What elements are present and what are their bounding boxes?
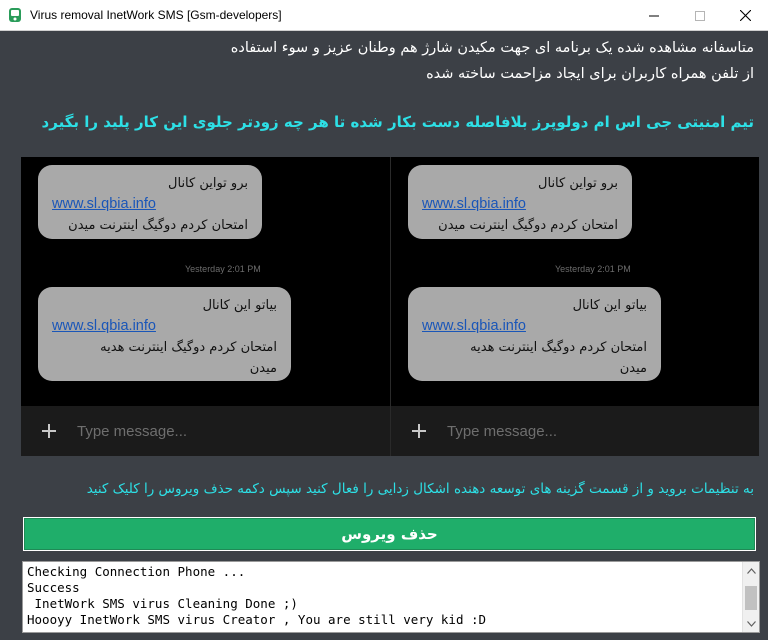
remove-virus-button[interactable]: حذف ویروس [23, 517, 756, 551]
log-line: InetWork SMS virus Cleaning Done ;) [27, 596, 298, 611]
maximize-icon [695, 10, 705, 21]
message-bubble: برو تواین کانال www.sl.qbia.info امتحان … [38, 165, 262, 239]
app-icon [7, 7, 23, 23]
message-text: برو تواین کانال [538, 176, 618, 191]
instruction-text: به تنظیمات بروید و از قسمت گزینه های توس… [86, 481, 754, 497]
plus-icon [40, 422, 58, 440]
scroll-down-icon[interactable] [743, 615, 760, 632]
app-window: Virus removal InetWork SMS [Gsm-develope… [0, 0, 768, 640]
log-line: Checking Connection Phone ... [27, 564, 246, 579]
compose-bar [21, 406, 411, 456]
message-link: www.sl.qbia.info [52, 196, 156, 212]
scroll-up-icon[interactable] [743, 562, 760, 579]
message-text: امتحان کردم دوگیگ اینترنت هدیه [470, 340, 647, 355]
log-scrollbar[interactable] [742, 562, 759, 632]
message-link: www.sl.qbia.info [52, 318, 156, 334]
message-link: www.sl.qbia.info [422, 318, 526, 334]
window-title: Virus removal InetWork SMS [Gsm-develope… [30, 8, 282, 22]
compose-bar [391, 406, 759, 456]
message-bubble: برو تواین کانال www.sl.qbia.info امتحان … [408, 165, 632, 239]
message-bubble: بیاتو این کانال www.sl.qbia.info امتحان … [408, 287, 661, 381]
message-text: امتحان کردم دوگیگ اینترنت میدن [68, 218, 248, 233]
minimize-icon [649, 11, 659, 21]
title-bar[interactable]: Virus removal InetWork SMS [Gsm-develope… [0, 0, 768, 31]
message-text: میدن [619, 361, 647, 376]
log-line: Success [27, 580, 80, 595]
message-timestamp: Yesterday 2:01 PM [555, 264, 631, 274]
message-link: www.sl.qbia.info [422, 196, 526, 212]
message-text: امتحان کردم دوگیگ اینترنت میدن [438, 218, 618, 233]
sms-screenshots: برو تواین کانال www.sl.qbia.info امتحان … [21, 157, 759, 456]
close-icon [739, 10, 751, 21]
message-text: میدن [249, 361, 277, 376]
log-output: Checking Connection Phone ... Success Ine… [27, 564, 739, 628]
plus-icon [410, 422, 428, 440]
log-console[interactable]: Checking Connection Phone ... Success Ine… [22, 561, 760, 633]
message-timestamp: Yesterday 2:01 PM [185, 264, 261, 274]
message-input [77, 421, 297, 441]
maximize-button[interactable] [677, 0, 723, 31]
close-button[interactable] [722, 0, 768, 31]
scroll-thumb[interactable] [745, 586, 757, 610]
message-text: امتحان کردم دوگیگ اینترنت هدیه [100, 340, 277, 355]
warning-text-line-1: متاسفانه مشاهده شده یک برنامه ای جهت مکی… [230, 40, 754, 56]
sms-screenshot-right: برو تواین کانال www.sl.qbia.info امتحان … [390, 157, 759, 456]
sms-screenshot-left: برو تواین کانال www.sl.qbia.info امتحان … [21, 157, 411, 456]
minimize-button[interactable] [631, 0, 677, 31]
warning-text-line-2: از تلفن همراه کاربران برای ایجاد مزاحمت … [426, 66, 754, 82]
log-line: Hoooyy InetWork SMS virus Creator , You … [27, 612, 487, 627]
message-text: بیاتو این کانال [572, 298, 647, 313]
team-notice: تیم امنیتی جی اس ام دولوپرز بلافاصله دست… [41, 113, 754, 131]
message-text: بیاتو این کانال [202, 298, 277, 313]
message-text: برو تواین کانال [168, 176, 248, 191]
message-input [447, 421, 667, 441]
message-bubble: بیاتو این کانال www.sl.qbia.info امتحان … [38, 287, 291, 381]
